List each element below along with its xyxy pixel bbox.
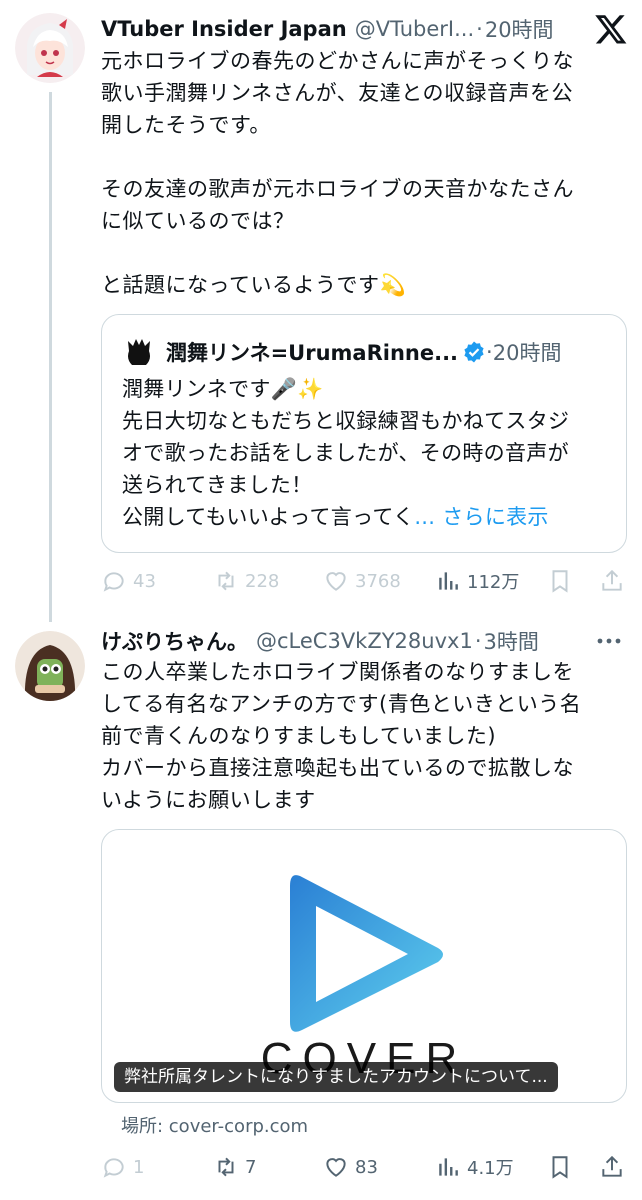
views-icon bbox=[439, 572, 458, 590]
reply-count: 1 bbox=[133, 1156, 145, 1178]
heart-icon bbox=[326, 1158, 346, 1177]
more-icon[interactable] bbox=[594, 628, 624, 654]
like-button[interactable]: 83 bbox=[323, 1154, 378, 1180]
tweet-text: 元ホロライブの春先のどかさんに声がそっくりな 歌い手潤舞リンネさんが、友達との収… bbox=[101, 49, 574, 297]
like-count: 3768 bbox=[355, 570, 401, 592]
retweet-icon bbox=[218, 571, 234, 591]
like-button[interactable]: 3768 bbox=[323, 568, 401, 594]
views-count: 112万 bbox=[467, 572, 520, 593]
card-domain[interactable]: 場所: cover-corp.com bbox=[121, 1112, 308, 1138]
bookmark-icon bbox=[552, 570, 568, 593]
tweet-actions: 1 7 83 4.1万 bbox=[101, 1150, 628, 1184]
quoted-avatar bbox=[122, 335, 156, 369]
separator-dot: · bbox=[476, 17, 483, 41]
share-button[interactable] bbox=[599, 568, 625, 594]
share-button[interactable] bbox=[599, 1154, 625, 1180]
bookmark-icon bbox=[552, 1156, 568, 1179]
bookmark-button[interactable] bbox=[547, 1154, 573, 1180]
quoted-tweet-text: 潤舞リンネです🎤✨ 先日大切なともだちと収録練習もかねてスタジ オで歌ったお話を… bbox=[122, 373, 622, 533]
card-title: 弊社所属タレントになりすましたアカウントについて... bbox=[114, 1062, 558, 1092]
avatar[interactable] bbox=[15, 13, 85, 83]
views-button[interactable]: 112万 bbox=[435, 568, 519, 594]
avatar[interactable] bbox=[15, 631, 85, 701]
views-icon bbox=[439, 1158, 458, 1176]
author-name[interactable]: VTuber Insider Japan bbox=[101, 17, 347, 41]
retweet-count: 228 bbox=[245, 570, 280, 592]
tweet-timestamp[interactable]: 3時間 bbox=[484, 626, 539, 656]
tweet-actions: 43 228 3768 112万 bbox=[101, 564, 628, 598]
quoted-tweet-card[interactable]: 潤舞リンネ=UrumaRinne... · 20時間 潤舞リンネです🎤✨ 先日大… bbox=[101, 314, 627, 553]
share-icon bbox=[602, 569, 622, 591]
separator-dot: · bbox=[474, 629, 482, 653]
reply-button[interactable]: 43 bbox=[101, 568, 156, 594]
cover-play-logo bbox=[290, 875, 443, 1032]
reply-button[interactable]: 1 bbox=[101, 1154, 144, 1180]
heart-icon bbox=[326, 572, 346, 591]
thread-connector-line bbox=[49, 92, 52, 622]
verified-badge-icon bbox=[462, 340, 486, 364]
retweet-button[interactable]: 7 bbox=[213, 1154, 256, 1180]
views-count: 4.1万 bbox=[467, 1158, 514, 1179]
tweet-text: この人卒業したホロライブ関係者のなりすましを してる有名なアンチの方です(青色と… bbox=[101, 660, 582, 812]
reply-icon bbox=[103, 1158, 124, 1178]
separator-dot: · bbox=[486, 340, 493, 364]
quoted-timestamp[interactable]: 20時間 bbox=[493, 337, 562, 367]
like-count: 83 bbox=[355, 1156, 378, 1178]
tweet-header: VTuber Insider Japan @VTuberI... · 20時間 bbox=[101, 12, 580, 46]
author-handle[interactable]: @cLeC3VkZY28uvx1 bbox=[256, 629, 473, 653]
link-preview-card[interactable]: COVER 弊社所属タレントになりすましたアカウントについて... bbox=[101, 829, 627, 1103]
retweet-icon bbox=[218, 1157, 234, 1177]
tweet-header: けぷりちゃん。 @cLeC3VkZY28uvx1 · 3時間 bbox=[101, 624, 580, 658]
x-logo-icon[interactable] bbox=[594, 12, 628, 46]
show-more-link[interactable]: ... さらに表示 bbox=[414, 505, 548, 529]
tweet-timestamp[interactable]: 20時間 bbox=[485, 14, 554, 44]
reply-icon bbox=[103, 572, 124, 592]
reply-count: 43 bbox=[133, 570, 156, 592]
quoted-tweet-header: 潤舞リンネ=UrumaRinne... · 20時間 bbox=[122, 335, 610, 369]
retweet-button[interactable]: 228 bbox=[213, 568, 279, 594]
quoted-author-name[interactable]: 潤舞リンネ=UrumaRinne... bbox=[166, 337, 458, 367]
bookmark-button[interactable] bbox=[547, 568, 573, 594]
author-name[interactable]: けぷりちゃん。 bbox=[101, 626, 248, 656]
share-icon bbox=[602, 1155, 622, 1177]
views-button[interactable]: 4.1万 bbox=[435, 1154, 514, 1180]
retweet-count: 7 bbox=[245, 1156, 257, 1178]
author-handle[interactable]: @VTuberI... bbox=[355, 17, 474, 41]
